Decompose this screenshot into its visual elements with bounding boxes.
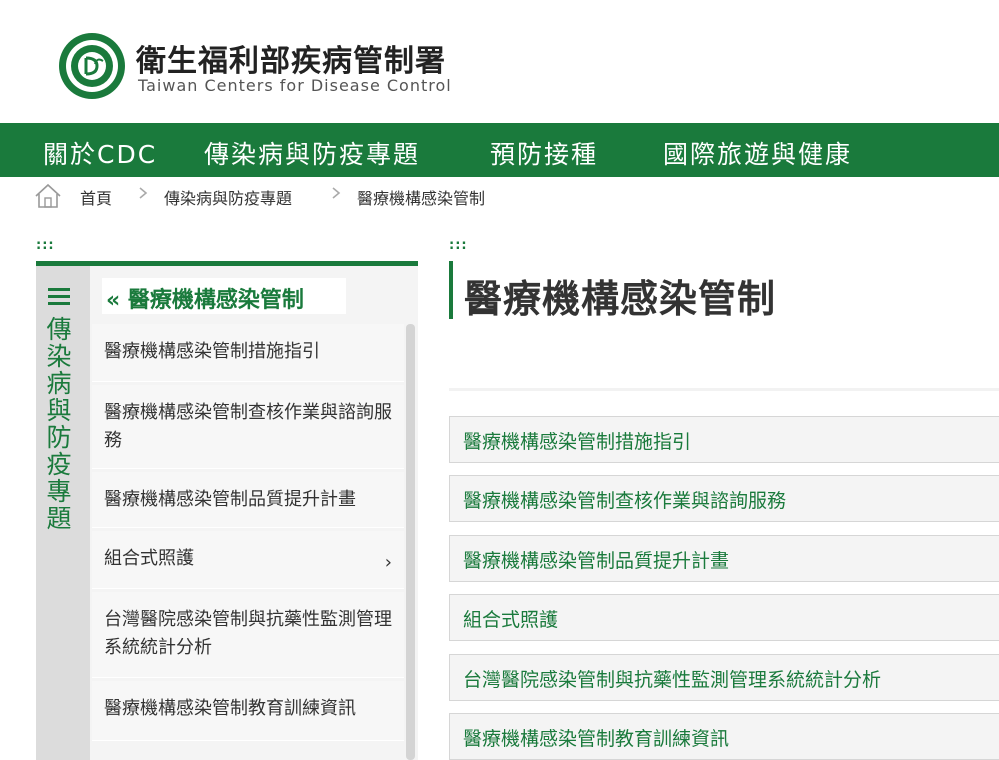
content-link-bundle-care[interactable]: 組合式照護 (449, 594, 999, 641)
sidebar-panel: « 醫療機構感染管制 醫療機構感染管制措施指引 醫療機構感染管制查核作業與諮詢服… (90, 266, 418, 760)
sidebar-item-label: 醫療機構感染管制措施指引 (104, 341, 320, 362)
accesskey-marker-left[interactable]: ::: (36, 238, 55, 253)
sidebar-item-label: 醫療機構感染管制查核作業與諮詢服務 (104, 402, 392, 451)
chevron-right-icon (139, 187, 148, 199)
breadcrumb: 首頁 傳染病與防疫專題 醫療機構感染管制 (0, 177, 999, 215)
hamburger-icon[interactable] (48, 288, 70, 306)
content-divider (449, 388, 999, 391)
content-link-audit[interactable]: 醫療機構感染管制查核作業與諮詢服務 (449, 475, 999, 522)
chevron-right-icon (332, 187, 341, 199)
site-title[interactable]: 衛生福利部疾病管制署 (136, 36, 446, 80)
sidebar-item-quality[interactable]: 醫療機構感染管制品質提升計畫 (92, 472, 404, 528)
sidebar-item-bundle-care[interactable]: 組合式照護 › (92, 531, 404, 589)
nav-item-infectious-disease[interactable]: 傳染病與防疫專題 (204, 135, 420, 171)
sidebar-item-training[interactable]: 醫療機構感染管制教育訓練資訊 (92, 681, 404, 741)
chevron-right-icon: › (384, 552, 392, 573)
sidebar-heading[interactable]: « 醫療機構感染管制 (102, 278, 346, 314)
sidebar-item-label: 醫療機構感染管制品質提升計畫 (104, 489, 356, 510)
nav-item-travel-health[interactable]: 國際旅遊與健康 (663, 135, 852, 171)
sidebar-item-label: 組合式照護 (104, 548, 194, 569)
breadcrumb-infectious-disease[interactable]: 傳染病與防疫專題 (164, 185, 292, 209)
content-link-training[interactable]: 醫療機構感染管制教育訓練資訊 (449, 713, 999, 760)
sidebar-item-statistics[interactable]: 台灣醫院感染管制與抗藥性監測管理系統統計分析 (92, 592, 404, 678)
nav-item-about[interactable]: 關於CDC (43, 135, 157, 171)
site-subtitle[interactable]: Taiwan Centers for Disease Control (138, 76, 452, 95)
title-accent-bar (449, 261, 453, 319)
sidebar-item-label: 醫療機構感染管制教育訓練資訊 (104, 698, 356, 719)
nav-item-vaccination[interactable]: 預防接種 (490, 135, 598, 171)
accesskey-marker-center[interactable]: ::: (449, 238, 468, 253)
content-link-quality[interactable]: 醫療機構感染管制品質提升計畫 (449, 535, 999, 582)
content-link-guidelines[interactable]: 醫療機構感染管制措施指引 (449, 416, 999, 463)
main-navigation: 關於CDC 傳染病與防疫專題 預防接種 國際旅遊與健康 (0, 123, 999, 177)
sidebar: 傳染病與防疫專題 « 醫療機構感染管制 醫療機構感染管制措施指引 醫療機構感染管… (36, 261, 418, 760)
cdc-logo-icon[interactable] (57, 31, 127, 101)
sidebar-scrollbar[interactable] (406, 324, 415, 760)
sidebar-tab[interactable]: 傳染病與防疫專題 (36, 266, 90, 760)
site-header: 衛生福利部疾病管制署 Taiwan Centers for Disease Co… (0, 0, 999, 123)
sidebar-item-audit[interactable]: 醫療機構感染管制查核作業與諮詢服務 (92, 385, 404, 469)
content-link-statistics[interactable]: 台灣醫院感染管制與抗藥性監測管理系統統計分析 (449, 654, 999, 701)
sidebar-item-label: 台灣醫院感染管制與抗藥性監測管理系統統計分析 (104, 609, 392, 658)
sidebar-item-guidelines[interactable]: 醫療機構感染管制措施指引 (92, 324, 404, 382)
breadcrumb-home[interactable]: 首頁 (80, 185, 112, 209)
page-title: 醫療機構感染管制 (464, 277, 777, 321)
sidebar-tab-title: 傳染病與防疫專題 (46, 315, 72, 533)
home-icon[interactable] (34, 183, 62, 209)
breadcrumb-current: 醫療機構感染管制 (357, 189, 486, 208)
